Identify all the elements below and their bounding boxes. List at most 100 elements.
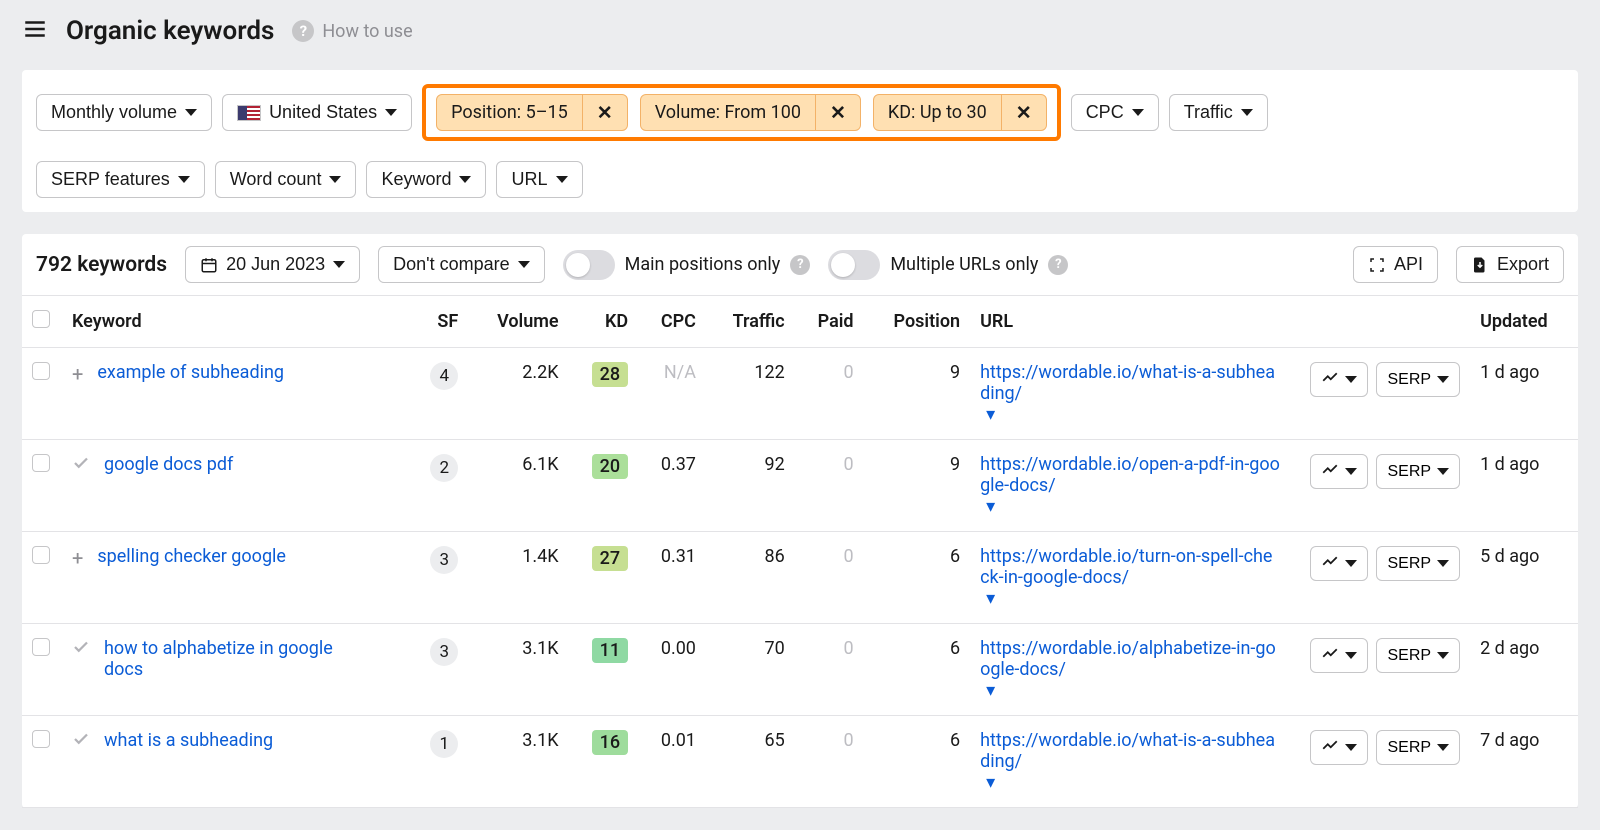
url-link[interactable]: https://wordable.io/open-a-pdf-in-google… xyxy=(980,454,1280,496)
url-link[interactable]: https://wordable.io/turn-on-spell-check-… xyxy=(980,546,1280,588)
cpc-value: N/A xyxy=(638,348,706,440)
api-button[interactable]: API xyxy=(1353,246,1438,283)
help-icon[interactable]: ? xyxy=(1048,255,1068,275)
row-checkbox[interactable] xyxy=(32,730,50,748)
col-volume[interactable]: Volume xyxy=(468,296,568,348)
paid-value: 0 xyxy=(795,440,864,532)
kd-badge: 11 xyxy=(592,638,628,663)
caret-down-icon[interactable]: ▾ xyxy=(986,680,995,701)
trend-icon xyxy=(1321,460,1339,483)
trend-button[interactable] xyxy=(1310,730,1368,765)
chip-label: Volume: From 100 xyxy=(641,95,815,130)
date-picker[interactable]: 20 Jun 2023 xyxy=(185,246,360,283)
word-count-label: Word count xyxy=(230,169,322,190)
serp-button[interactable]: SERP xyxy=(1376,546,1460,581)
col-cpc[interactable]: CPC xyxy=(638,296,706,348)
plus-icon[interactable]: + xyxy=(72,546,83,570)
serp-label: SERP xyxy=(1387,739,1431,757)
sf-badge[interactable]: 3 xyxy=(430,638,458,666)
traffic-value: 122 xyxy=(706,348,795,440)
serp-label: SERP xyxy=(1387,647,1431,665)
paid-value: 0 xyxy=(795,624,864,716)
compare-label: Don't compare xyxy=(393,254,510,275)
traffic-value: 92 xyxy=(706,440,795,532)
position-value: 9 xyxy=(864,440,971,532)
close-icon[interactable]: ✕ xyxy=(1001,95,1046,130)
url-link[interactable]: https://wordable.io/alphabetize-in-googl… xyxy=(980,638,1280,680)
col-updated[interactable]: Updated xyxy=(1470,296,1578,348)
how-to-use-link[interactable]: ? How to use xyxy=(292,20,412,42)
col-sf[interactable]: SF xyxy=(409,296,468,348)
monthly-volume-label: Monthly volume xyxy=(51,102,177,123)
caret-down-icon xyxy=(556,176,568,183)
caret-down-icon[interactable]: ▾ xyxy=(986,496,995,517)
col-position[interactable]: Position xyxy=(864,296,971,348)
trend-button[interactable] xyxy=(1310,362,1368,397)
col-kd[interactable]: KD xyxy=(569,296,639,348)
url-filter[interactable]: URL xyxy=(496,161,582,198)
col-url[interactable]: URL xyxy=(970,296,1290,348)
cpc-filter[interactable]: CPC xyxy=(1071,94,1159,131)
help-icon[interactable]: ? xyxy=(790,255,810,275)
main-positions-toggle[interactable] xyxy=(563,250,615,280)
serp-button[interactable]: SERP xyxy=(1376,362,1460,397)
caret-down-icon xyxy=(1345,560,1357,567)
api-label: API xyxy=(1394,254,1423,275)
caret-down-icon xyxy=(1345,376,1357,383)
check-icon xyxy=(72,454,90,477)
compare-dropdown[interactable]: Don't compare xyxy=(378,246,545,283)
traffic-value: 65 xyxy=(706,716,795,808)
keyword-link[interactable]: what is a subheading xyxy=(104,730,273,751)
sf-badge[interactable]: 1 xyxy=(430,730,458,758)
caret-down-icon xyxy=(1241,109,1253,116)
menu-icon[interactable] xyxy=(22,16,48,46)
sf-badge[interactable]: 2 xyxy=(430,454,458,482)
filter-chip-kd[interactable]: KD: Up to 30✕ xyxy=(873,94,1047,131)
col-paid[interactable]: Paid xyxy=(795,296,864,348)
position-value: 9 xyxy=(864,348,971,440)
plus-icon[interactable]: + xyxy=(72,362,83,386)
volume-value: 2.2K xyxy=(468,348,568,440)
keyword-link[interactable]: how to alphabetize in google docs xyxy=(104,638,334,680)
paid-value: 0 xyxy=(795,532,864,624)
row-checkbox[interactable] xyxy=(32,638,50,656)
multiple-urls-toggle[interactable] xyxy=(828,250,880,280)
serp-button[interactable]: SERP xyxy=(1376,638,1460,673)
select-all-checkbox[interactable] xyxy=(32,310,50,328)
caret-down-icon[interactable]: ▾ xyxy=(986,404,995,425)
monthly-volume-filter[interactable]: Monthly volume xyxy=(36,94,212,131)
row-checkbox[interactable] xyxy=(32,546,50,564)
row-checkbox[interactable] xyxy=(32,362,50,380)
filter-chip-volume[interactable]: Volume: From 100✕ xyxy=(640,94,861,131)
col-traffic[interactable]: Traffic xyxy=(706,296,795,348)
table-row: google docs pdf 2 6.1K 20 0.37 92 0 9 ht… xyxy=(22,440,1578,532)
filter-chip-position[interactable]: Position: 5–15✕ xyxy=(436,94,628,131)
keyword-link[interactable]: google docs pdf xyxy=(104,454,233,475)
traffic-filter[interactable]: Traffic xyxy=(1169,94,1268,131)
url-link[interactable]: https://wordable.io/what-is-a-subheading… xyxy=(980,362,1280,404)
country-filter[interactable]: United States xyxy=(222,94,412,131)
caret-down-icon xyxy=(1437,744,1449,751)
keyword-filter[interactable]: Keyword xyxy=(366,161,486,198)
keyword-link[interactable]: example of subheading xyxy=(97,362,284,383)
export-button[interactable]: Export xyxy=(1456,246,1564,283)
close-icon[interactable]: ✕ xyxy=(582,95,627,130)
keyword-link[interactable]: spelling checker google xyxy=(97,546,286,567)
caret-down-icon[interactable]: ▾ xyxy=(986,588,995,609)
serp-features-filter[interactable]: SERP features xyxy=(36,161,205,198)
col-keyword[interactable]: Keyword xyxy=(62,296,409,348)
trend-button[interactable] xyxy=(1310,546,1368,581)
url-link[interactable]: https://wordable.io/what-is-a-subheading… xyxy=(980,730,1280,772)
country-label: United States xyxy=(269,102,377,123)
trend-button[interactable] xyxy=(1310,454,1368,489)
serp-button[interactable]: SERP xyxy=(1376,730,1460,765)
caret-down-icon[interactable]: ▾ xyxy=(986,772,995,793)
trend-button[interactable] xyxy=(1310,638,1368,673)
row-checkbox[interactable] xyxy=(32,454,50,472)
sf-badge[interactable]: 4 xyxy=(430,362,458,390)
serp-button[interactable]: SERP xyxy=(1376,454,1460,489)
table-row: how to alphabetize in google docs 3 3.1K… xyxy=(22,624,1578,716)
sf-badge[interactable]: 3 xyxy=(430,546,458,574)
word-count-filter[interactable]: Word count xyxy=(215,161,357,198)
close-icon[interactable]: ✕ xyxy=(815,95,860,130)
